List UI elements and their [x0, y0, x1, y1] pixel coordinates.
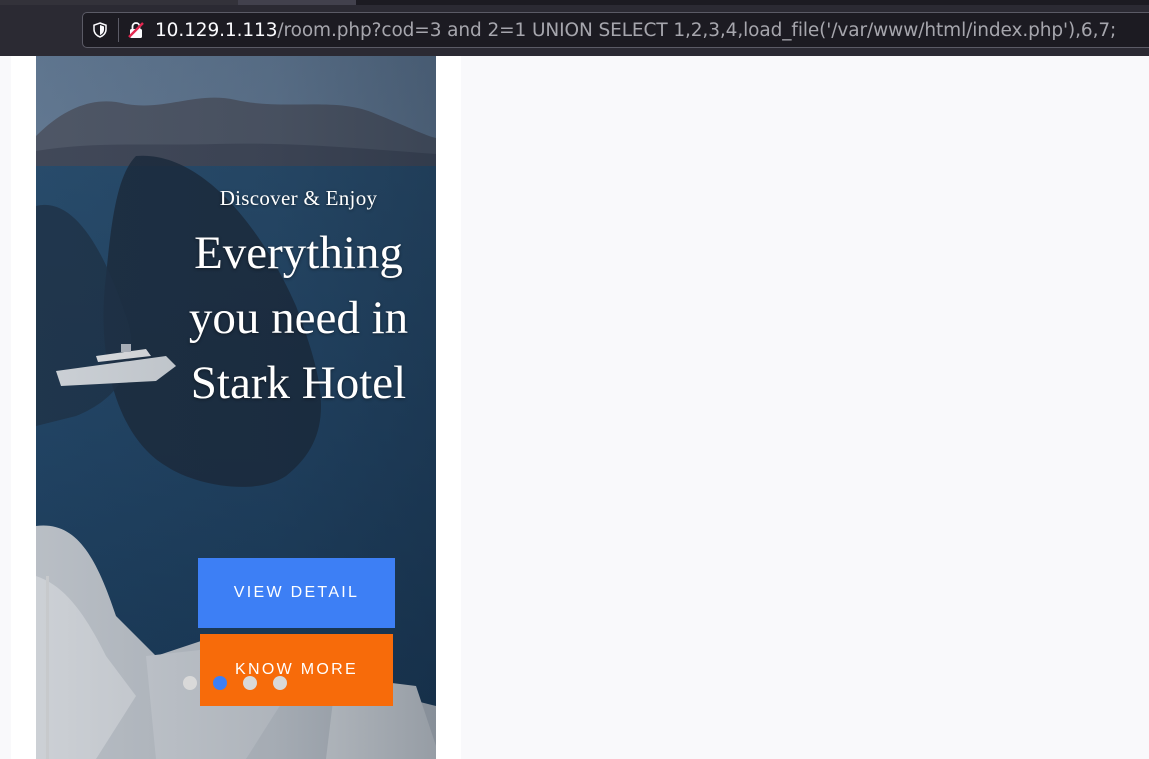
tab-active[interactable] [238, 0, 356, 5]
carousel-dot-1[interactable] [183, 676, 197, 690]
url-path: /room.php?cod=3 and 2=1 UNION SELECT 1,2… [277, 20, 1117, 41]
hero-slider: Discover & Enjoy Everything you need in … [36, 56, 436, 759]
hero-title: Everything you need in Stark Hotel [188, 227, 409, 409]
carousel-dot-2[interactable] [213, 676, 227, 690]
browser-toolbar: 10.129.1.113/room.php?cod=3 and 2=1 UNIO… [0, 0, 1149, 57]
hero-subtitle: Discover & Enjoy [219, 186, 378, 210]
url-host: 10.129.1.113 [155, 20, 278, 41]
view-detail-button[interactable]: VIEW DETAIL [198, 558, 395, 628]
insecure-connection-icon[interactable] [127, 21, 145, 39]
tab-inactive[interactable] [0, 0, 238, 5]
carousel-indicators [183, 676, 287, 690]
url-divider [118, 18, 119, 42]
carousel-dot-3[interactable] [243, 676, 257, 690]
hero-caption: Discover & Enjoy Everything you need in … [176, 186, 421, 416]
shield-icon[interactable] [92, 22, 108, 38]
url-text[interactable]: 10.129.1.113/room.php?cod=3 and 2=1 UNIO… [155, 18, 1116, 44]
carousel-dot-4[interactable] [273, 676, 287, 690]
know-more-button[interactable]: KNOW MORE [200, 634, 393, 706]
